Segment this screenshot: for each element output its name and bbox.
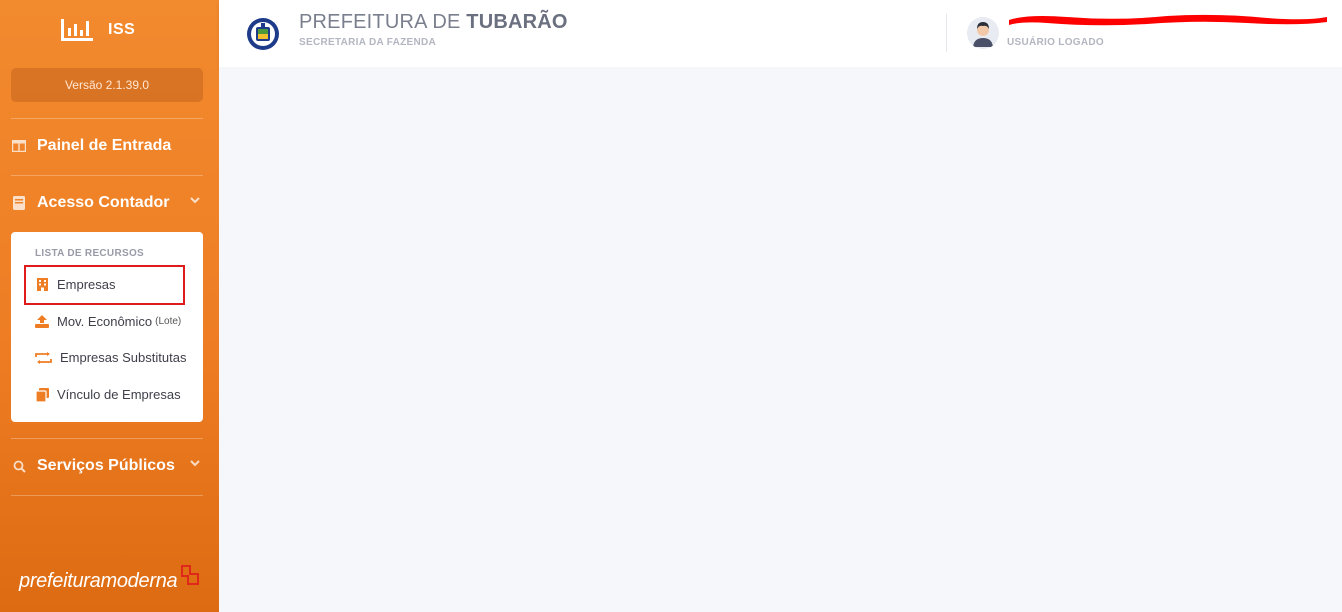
city-crest-icon	[247, 18, 279, 50]
divider	[11, 175, 203, 176]
copy-icon	[35, 387, 49, 402]
header-divider	[946, 14, 947, 52]
logo-text-part1: prefeitura	[19, 570, 101, 592]
building-icon	[35, 278, 49, 292]
menu-item-label: Acesso Contador	[37, 194, 170, 211]
submenu-title: LISTA DE RECURSOS	[35, 248, 144, 259]
upload-icon	[35, 315, 49, 329]
search-icon	[11, 459, 27, 473]
sidebar: ISS Versão 2.1.39.0 Painel de Entrada Ac…	[0, 0, 219, 612]
menu-item-label: Painel de Entrada	[37, 137, 172, 154]
chart-icon	[61, 19, 93, 41]
submenu-item-label: Vínculo de Empresas	[57, 387, 181, 402]
logo-mark-icon	[181, 565, 200, 585]
page-title: PREFEITURA DE TUBARÃO	[299, 11, 568, 34]
title-prefix: PREFEITURA DE	[299, 11, 467, 33]
submenu-item-label: Mov. Econômico	[57, 314, 153, 329]
main-content	[219, 67, 1342, 612]
user-status-label: USUÁRIO LOGADO	[1007, 37, 1104, 48]
submenu-item-empresas[interactable]: Empresas	[35, 277, 116, 292]
chevron-down-icon	[190, 197, 200, 204]
submenu-item-vinculo-de-empresas[interactable]: Vínculo de Empresas	[35, 387, 181, 402]
dashboard-icon	[11, 139, 27, 153]
title-bold: TUBARÃO	[466, 11, 568, 33]
redacted-user-name	[1009, 14, 1327, 26]
submenu-acesso-contador: LISTA DE RECURSOS Empresas Mov. Econômic…	[11, 232, 203, 422]
logo-text-part2: moderna	[100, 570, 178, 592]
brand-name: ISS	[108, 21, 136, 38]
top-header: PREFEITURA DE TUBARÃO SECRETARIA DA FAZE…	[219, 0, 1342, 67]
submenu-item-label: Empresas Substitutas	[60, 350, 187, 365]
prefeitura-moderna-logo: prefeitura moderna	[19, 565, 203, 593]
menu-item-label: Serviços Públicos	[37, 457, 175, 474]
swap-icon	[35, 351, 52, 365]
divider	[11, 438, 203, 439]
chevron-down-icon	[190, 460, 200, 467]
menu-item-acesso-contador[interactable]: Acesso Contador	[11, 188, 203, 218]
book-icon	[11, 196, 27, 210]
divider	[11, 495, 203, 496]
submenu-item-suffix: (Lote)	[155, 316, 182, 327]
submenu-item-label: Empresas	[57, 277, 116, 292]
version-badge: Versão 2.1.39.0	[11, 68, 203, 102]
user-avatar-icon	[967, 17, 999, 49]
submenu-item-empresas-substitutas[interactable]: Empresas Substitutas	[35, 350, 186, 365]
menu-item-servicos-publicos[interactable]: Serviços Públicos	[11, 451, 203, 481]
menu-item-painel-de-entrada[interactable]: Painel de Entrada	[11, 131, 203, 161]
page-subtitle: SECRETARIA DA FAZENDA	[299, 37, 437, 48]
divider	[11, 118, 203, 119]
submenu-item-mov-economico[interactable]: Mov. Econômico (Lote)	[35, 314, 181, 329]
brand[interactable]: ISS	[60, 17, 135, 43]
avatar[interactable]	[967, 17, 999, 49]
